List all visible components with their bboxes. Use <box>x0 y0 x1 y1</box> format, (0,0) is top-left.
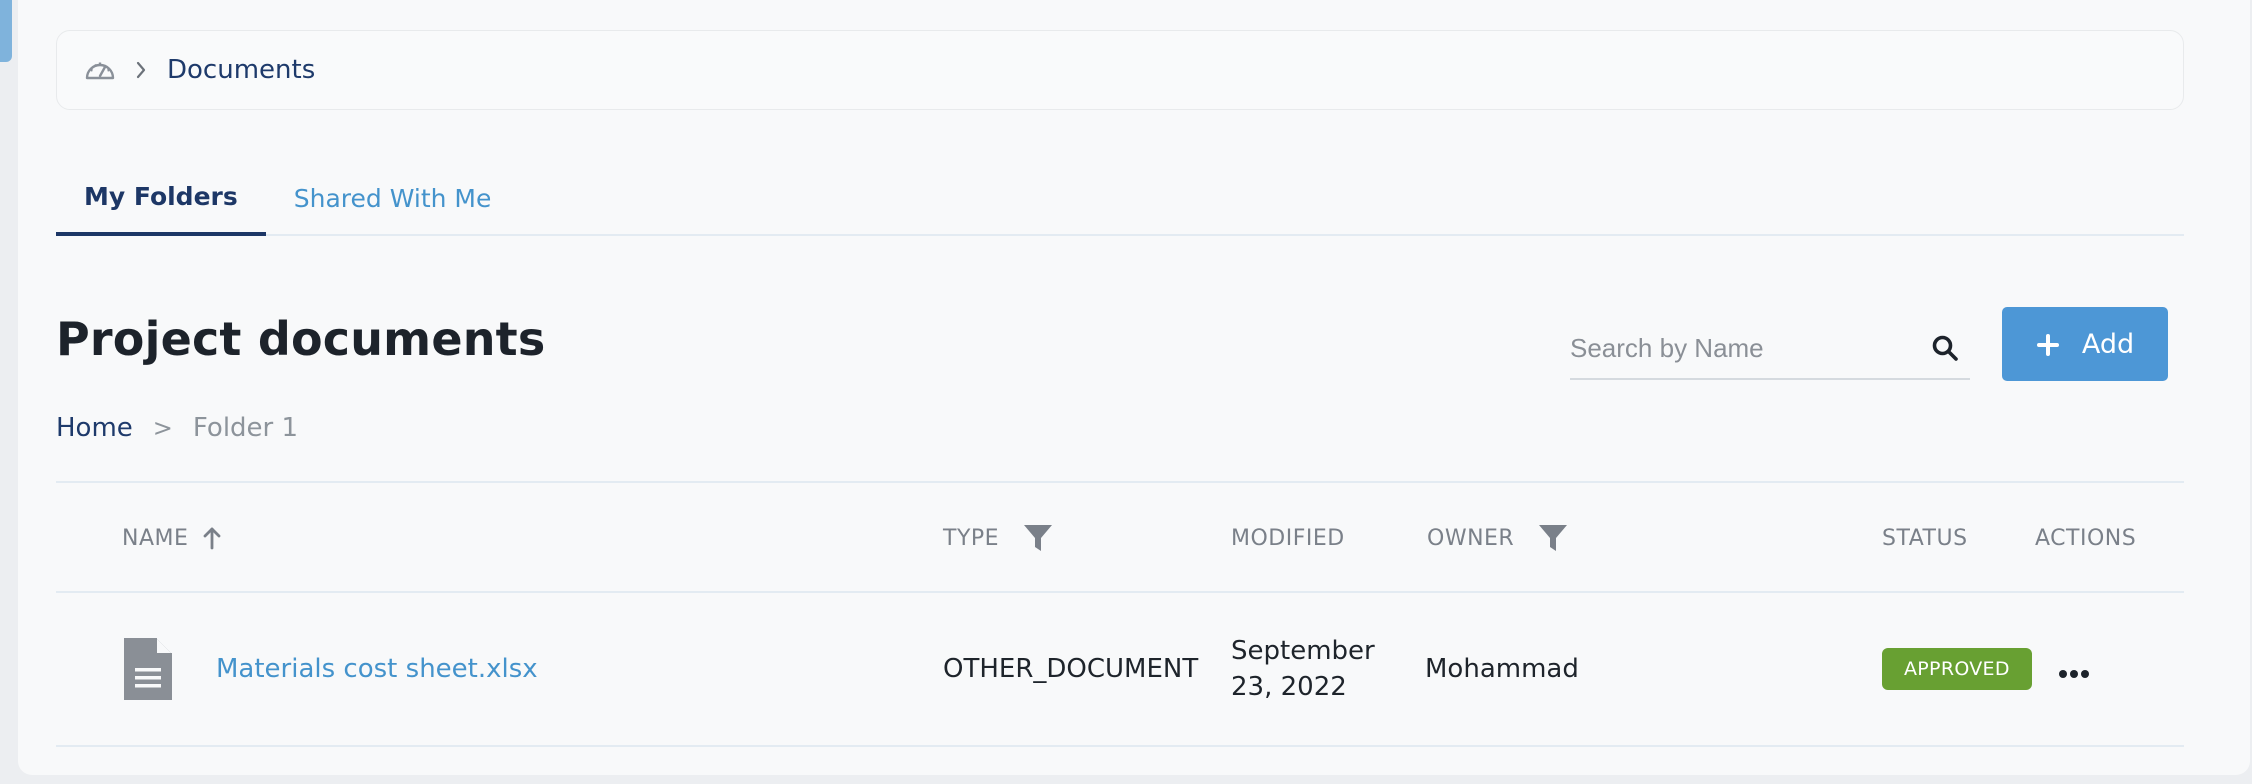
column-type[interactable]: TYPE <box>943 483 1053 593</box>
tab-shared-with-me[interactable]: Shared With Me <box>266 160 520 236</box>
cell-modified: September 23, 2022 <box>1231 593 1375 745</box>
column-name-label: NAME <box>122 525 189 551</box>
cell-owner: Mohammad <box>1425 654 1579 684</box>
search-input[interactable] <box>1570 332 1900 364</box>
add-button-label: Add <box>2081 328 2135 360</box>
column-owner-label: OWNER <box>1427 525 1515 551</box>
breadcrumb-current: Documents <box>167 55 316 85</box>
sidebar-edge-handle[interactable] <box>0 0 12 62</box>
add-button[interactable]: Add <box>2002 307 2168 381</box>
table-header: NAME TYPE MODIFIED OWNER STATUS ACTIONS <box>56 481 2184 593</box>
page-title: Project documents <box>56 312 546 366</box>
search-icon[interactable] <box>1930 333 1960 363</box>
column-owner[interactable]: OWNER <box>1427 483 1568 593</box>
folder-breadcrumb: Home > Folder 1 <box>56 413 298 443</box>
column-name[interactable]: NAME <box>122 483 222 593</box>
folder-breadcrumb-separator: > <box>152 414 173 442</box>
column-type-label: TYPE <box>943 525 1000 551</box>
dashboard-icon[interactable] <box>83 56 117 84</box>
chevron-right-icon <box>135 60 149 80</box>
folder-breadcrumb-current: Folder 1 <box>192 413 299 443</box>
cell-actions <box>2059 593 2089 745</box>
cell-status: APPROVED <box>1882 593 2032 745</box>
tab-my-folders[interactable]: My Folders <box>56 160 266 236</box>
filter-icon[interactable] <box>1023 523 1053 553</box>
column-status: STATUS <box>1882 525 1968 551</box>
cell-type: OTHER_DOCUMENT <box>943 654 1199 684</box>
table-row: Materials cost sheet.xlsx OTHER_DOCUMENT… <box>56 593 2184 747</box>
folder-tabs: My Folders Shared With Me <box>56 160 2184 236</box>
modified-date-line2: 23, 2022 <box>1231 672 1347 702</box>
documents-table: NAME TYPE MODIFIED OWNER STATUS ACTIONS … <box>56 481 2184 747</box>
status-badge: APPROVED <box>1882 648 2032 690</box>
column-actions: ACTIONS <box>2035 525 2137 551</box>
file-document-icon <box>122 636 174 702</box>
folder-breadcrumb-home[interactable]: Home <box>56 413 133 443</box>
search-box <box>1570 318 1970 380</box>
column-modified[interactable]: MODIFIED <box>1231 483 1345 593</box>
filter-icon[interactable] <box>1538 523 1568 553</box>
modified-date-line1: September <box>1231 636 1375 666</box>
more-horizontal-icon[interactable] <box>2059 652 2089 687</box>
cell-name: Materials cost sheet.xlsx <box>122 593 538 745</box>
file-name-link[interactable]: Materials cost sheet.xlsx <box>216 654 538 684</box>
sort-arrow-up-icon[interactable] <box>202 526 222 550</box>
plus-icon <box>2036 325 2060 363</box>
breadcrumb: Documents <box>56 30 2184 110</box>
